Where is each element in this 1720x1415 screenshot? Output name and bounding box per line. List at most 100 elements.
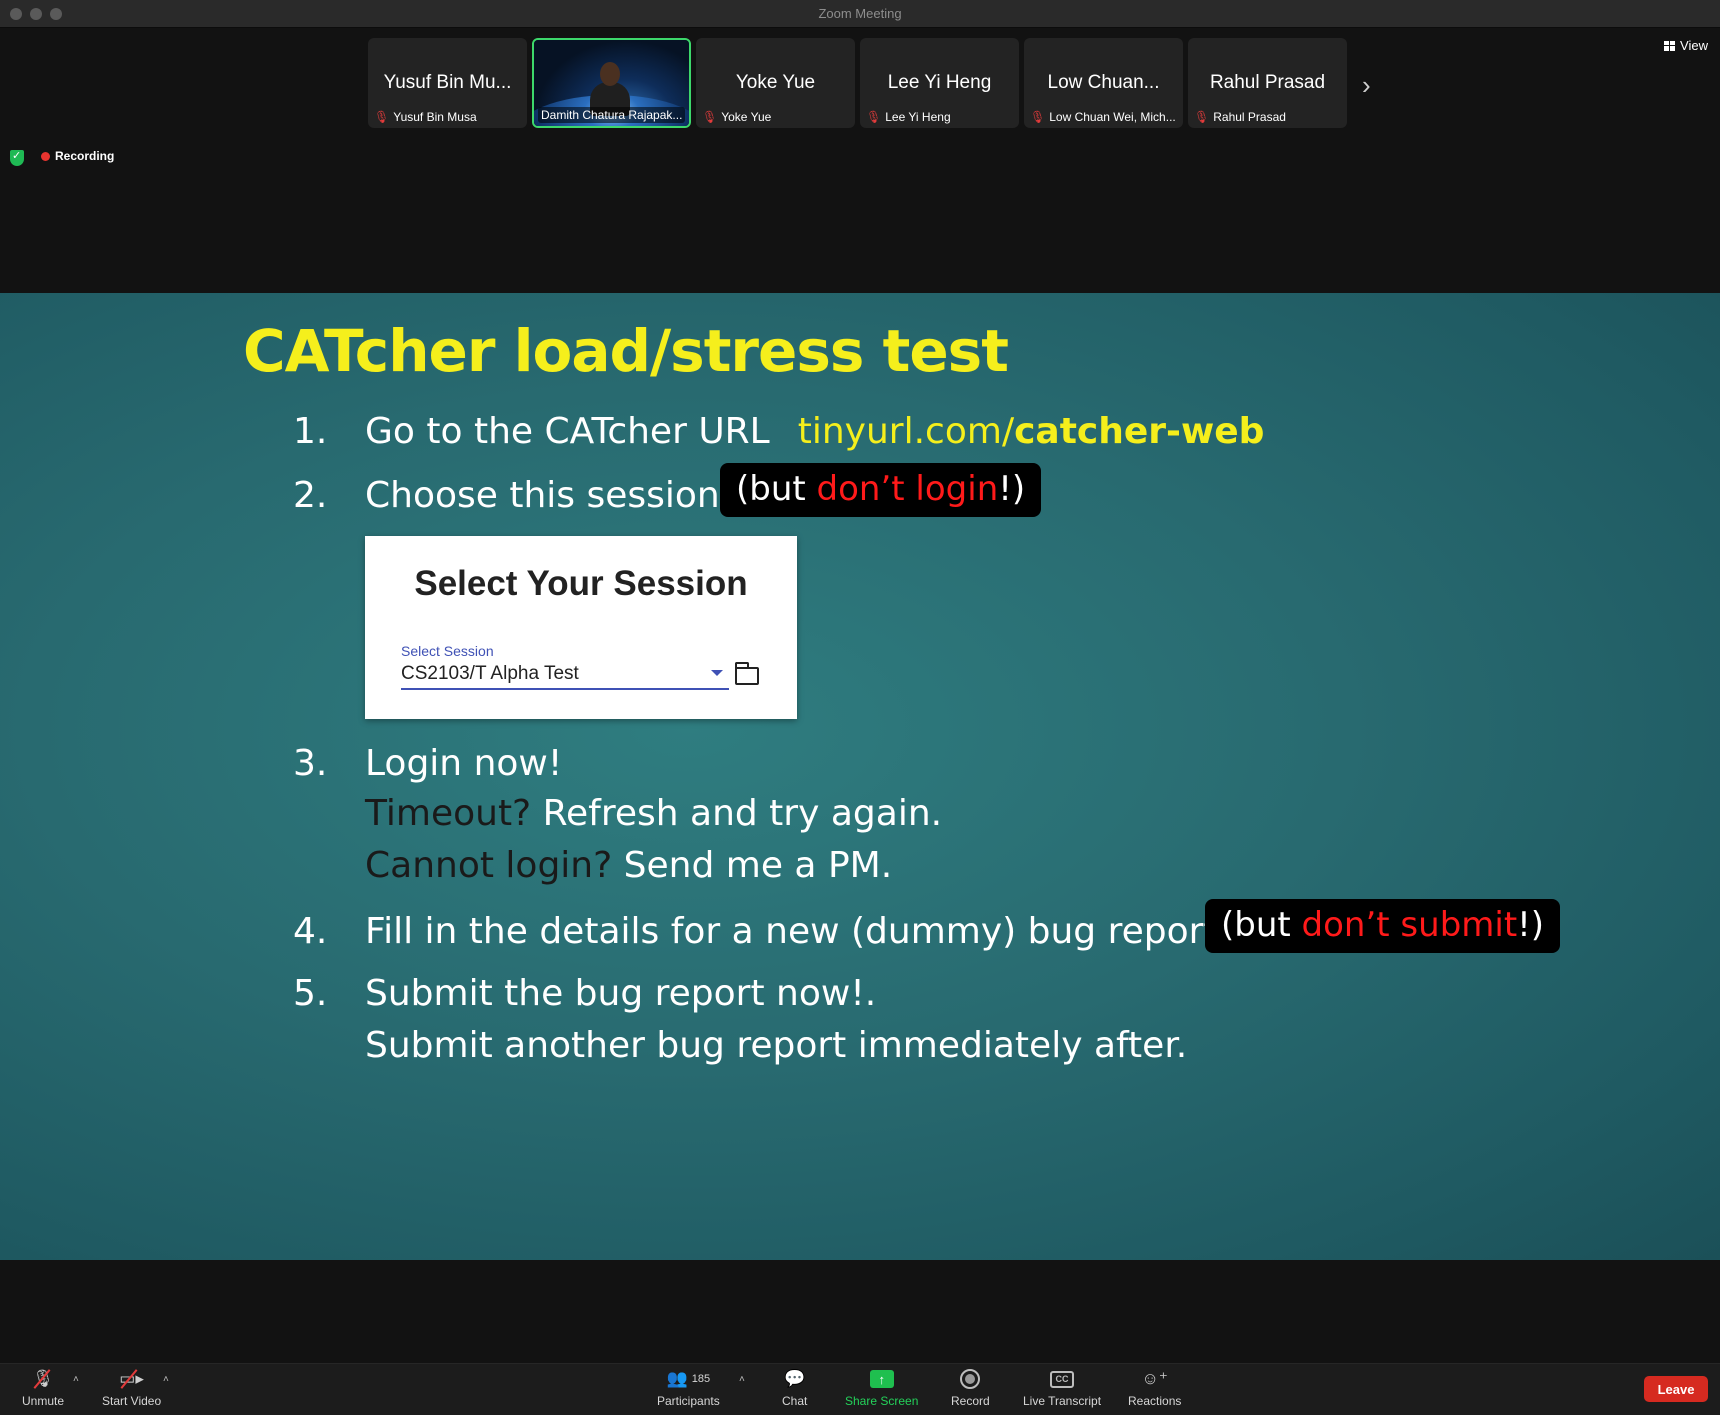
session-select-card: Select Your Session Select Session CS210… xyxy=(365,536,797,719)
view-label: View xyxy=(1680,38,1708,53)
participant-display-name: Yusuf Bin Mu... xyxy=(383,72,512,93)
meeting-background xyxy=(0,1260,1720,1363)
participant-name: Damith Chatura Rajapak... xyxy=(538,107,686,123)
participant-name: Yoke Yue xyxy=(721,110,772,124)
microphone-muted-icon: 🎙︎ xyxy=(32,1368,54,1390)
shield-icon[interactable] xyxy=(10,149,24,166)
reactions-button[interactable]: ☺⁺ Reactions xyxy=(1128,1368,1181,1408)
participant-tile-active-speaker[interactable]: Damith Chatura Rajapak... xyxy=(532,38,691,128)
live-transcript-button[interactable]: CC Live Transcript xyxy=(1023,1368,1101,1408)
start-video-button[interactable]: ▭▸ Start Video xyxy=(102,1368,161,1408)
smiley-plus-icon: ☺⁺ xyxy=(1141,1369,1168,1388)
step-number: 3. xyxy=(293,743,328,784)
video-camera-off-icon: ▭▸ xyxy=(119,1369,144,1389)
participant-name: Yusuf Bin Musa xyxy=(393,110,477,124)
recording-indicator[interactable]: Recording xyxy=(41,149,114,163)
callout-open: (but xyxy=(1221,905,1302,945)
step-1-text: Go to the CATcher URL xyxy=(365,411,770,452)
record-icon-wrap xyxy=(960,1368,981,1390)
recording-dot-icon xyxy=(41,151,50,161)
participant-tile[interactable]: Low Chuan... 🎙︎ Low Chuan Wei, Mich... xyxy=(1024,38,1183,128)
participant-name: Lee Yi Heng xyxy=(885,110,951,124)
callout-close: !) xyxy=(998,469,1026,509)
step-4-text: Fill in the details for a new (dummy) bu… xyxy=(365,911,1229,952)
window-titlebar: Zoom Meeting xyxy=(0,0,1720,28)
url-path: catcher-web xyxy=(1014,411,1265,452)
live-transcript-label: Live Transcript xyxy=(1023,1394,1102,1408)
participant-label: 🎙︎ Lee Yi Heng xyxy=(866,110,951,124)
mic-muted-icon: 🎙︎ xyxy=(374,110,390,124)
step-number: 5. xyxy=(293,973,328,1014)
callout-warning: don’t login xyxy=(816,469,999,509)
dropdown-caret-icon xyxy=(711,670,723,676)
url-prefix: tinyurl.com/ xyxy=(797,411,1015,452)
participant-tile[interactable]: Yoke Yue 🎙︎ Yoke Yue xyxy=(696,38,855,128)
dont-submit-callout: (but don’t submit!) xyxy=(1205,899,1561,953)
record-label: Record xyxy=(951,1394,990,1408)
view-button[interactable]: View xyxy=(1664,38,1708,53)
session-select[interactable]: CS2103/T Alpha Test xyxy=(401,660,729,690)
share-screen-icon: ↑ xyxy=(869,1370,894,1388)
meeting-toolbar: 🎙︎ Unmute ˄ ▭▸ Start Video ˄ 👥185 Partic… xyxy=(0,1363,1720,1415)
callout-close: !) xyxy=(1517,905,1545,945)
participant-display-name: Lee Yi Heng xyxy=(887,72,992,93)
participant-tile[interactable]: Rahul Prasad 🎙︎ Rahul Prasad xyxy=(1188,38,1347,128)
shared-screen-slide: CATcher load/stress test 1. Go to the CA… xyxy=(0,293,1720,1260)
session-field-label: Select Session xyxy=(401,643,494,659)
recording-label: Recording xyxy=(55,149,115,163)
leave-button[interactable]: Leave xyxy=(1644,1376,1708,1402)
mic-muted-icon: 🎙︎ xyxy=(1030,110,1046,124)
reactions-label: Reactions xyxy=(1128,1394,1182,1408)
mic-muted-icon: 🎙︎ xyxy=(702,110,718,124)
participants-options-chevron-up-icon[interactable]: ˄ xyxy=(739,1374,745,1385)
share-screen-icon-wrap: ↑ xyxy=(869,1368,894,1390)
session-card-heading: Select Your Session xyxy=(414,564,748,603)
participant-name: Low Chuan Wei, Mich... xyxy=(1049,110,1176,124)
share-screen-label: Share Screen xyxy=(845,1394,919,1408)
participant-display-name: Rahul Prasad xyxy=(1209,72,1326,93)
participant-display-name: Yoke Yue xyxy=(735,72,816,93)
participant-tiles: Yusuf Bin Mu... 🎙︎ Yusuf Bin Musa Damith… xyxy=(368,38,1347,128)
chat-bubble-icon: 💬 xyxy=(784,1369,806,1388)
participant-tile[interactable]: Yusuf Bin Mu... 🎙︎ Yusuf Bin Musa xyxy=(368,38,527,128)
next-page-chevron-icon[interactable]: › xyxy=(1362,70,1371,101)
step-number: 2. xyxy=(293,475,328,516)
callout-warning: don’t submit xyxy=(1301,905,1518,945)
participants-button[interactable]: 👥 185 Participants xyxy=(657,1368,720,1408)
unmute-button[interactable]: 🎙︎ Unmute xyxy=(22,1368,64,1408)
timeout-question: Timeout? xyxy=(365,793,532,834)
record-icon xyxy=(960,1369,981,1389)
participant-label: 🎙︎ Yoke Yue xyxy=(702,110,771,124)
chat-button[interactable]: 💬 Chat xyxy=(782,1368,807,1408)
step-2-text: Choose this session xyxy=(365,475,720,516)
participant-label: 🎙︎ Low Chuan Wei, Mich... xyxy=(1030,110,1176,124)
video-options-chevron-up-icon[interactable]: ˄ xyxy=(163,1374,169,1385)
step-5-line-1: Submit the bug report now!. xyxy=(365,973,877,1014)
participants-count: 185 xyxy=(691,1373,711,1385)
participant-label: 🎙︎ Yusuf Bin Musa xyxy=(374,110,477,124)
session-select-value: CS2103/T Alpha Test xyxy=(401,663,579,684)
audio-options-chevron-up-icon[interactable]: ˄ xyxy=(73,1374,79,1385)
callout-open: (but xyxy=(736,469,817,509)
participant-display-name: Low Chuan... xyxy=(1047,72,1160,93)
start-video-label: Start Video xyxy=(102,1394,162,1408)
step-text: Go to the CATcher URL tinyurl.com/catcher… xyxy=(365,411,1264,452)
participant-label: 🎙︎ Rahul Prasad xyxy=(1194,110,1286,124)
participants-label: Participants xyxy=(657,1394,720,1408)
timeout-advice: Refresh and try again. xyxy=(531,793,943,834)
mic-muted-icon: 🎙︎ xyxy=(866,110,882,124)
cannot-login-advice: Send me a PM. xyxy=(612,845,893,886)
share-screen-button[interactable]: ↑ Share Screen xyxy=(845,1368,918,1408)
step-number: 4. xyxy=(293,911,328,952)
video-strip: Yusuf Bin Mu... 🎙︎ Yusuf Bin Musa Damith… xyxy=(0,28,1720,293)
slide-title: CATcher load/stress test xyxy=(243,317,1009,385)
folder-icon[interactable] xyxy=(734,662,759,685)
record-button[interactable]: Record xyxy=(951,1368,990,1408)
participant-tile[interactable]: Lee Yi Heng 🎙︎ Lee Yi Heng xyxy=(860,38,1019,128)
catcher-url: tinyurl.com/catcher-web xyxy=(798,411,1265,452)
person-silhouette xyxy=(590,62,630,116)
grid-icon xyxy=(1664,40,1676,51)
step-5-line-2: Submit another bug report immediately af… xyxy=(365,1025,1188,1066)
closed-caption-icon: CC xyxy=(1050,1370,1075,1388)
cannot-login-question: Cannot login? xyxy=(365,845,613,886)
